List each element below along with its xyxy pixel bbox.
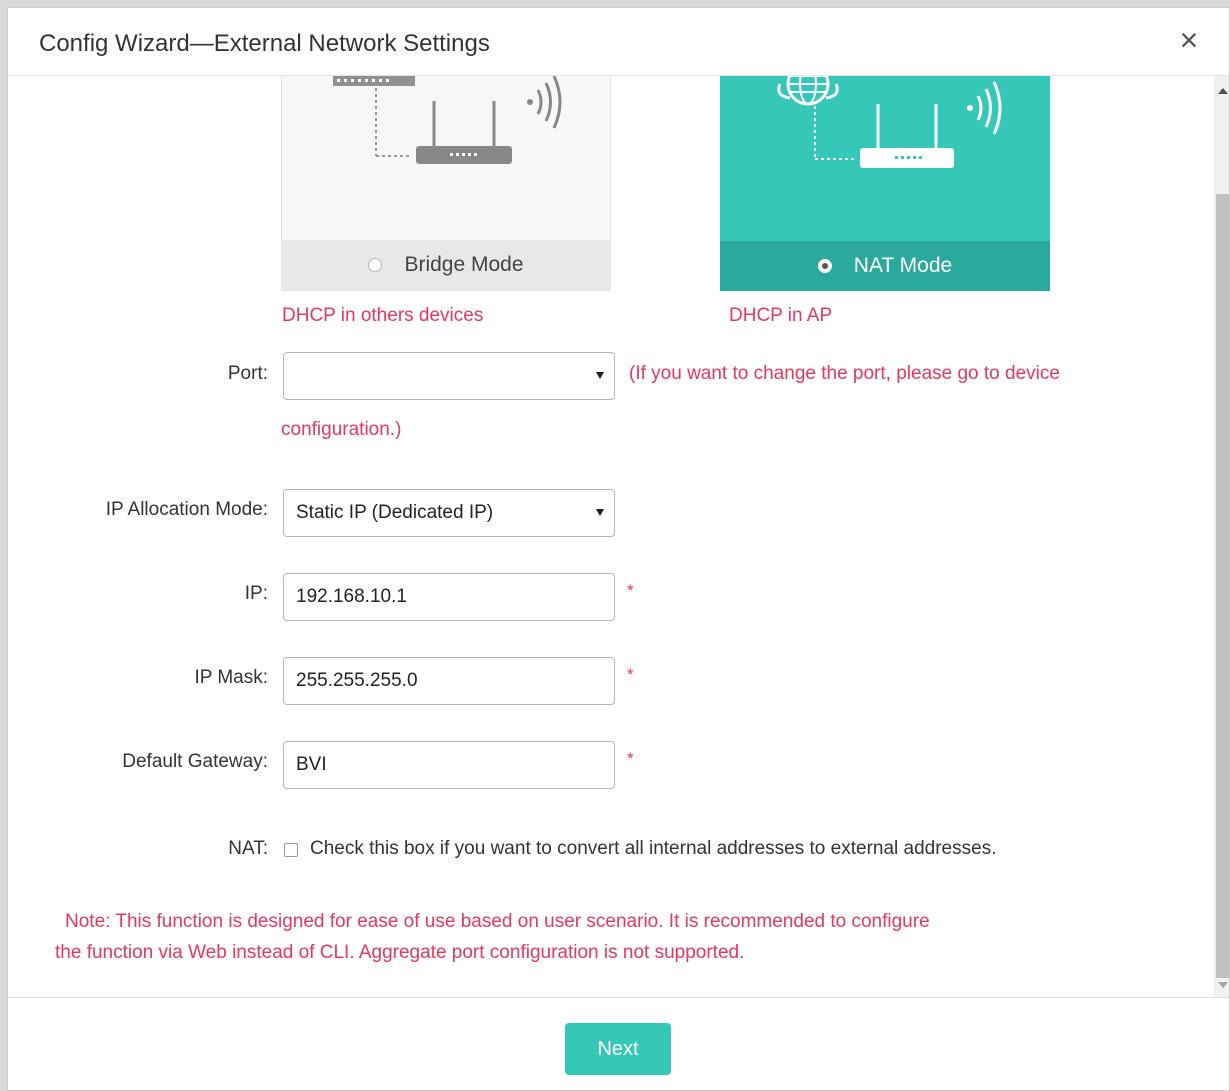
ip-allocation-value: Static IP (Dedicated IP) <box>296 502 494 523</box>
port-hint-line1: (If you want to change the port, please … <box>629 363 1060 384</box>
dialog-body: Bridge Mode NAT Mode DHCP in others devi… <box>8 76 1229 998</box>
footer-divider <box>8 997 1229 998</box>
close-icon[interactable]: × <box>1175 24 1203 56</box>
ip-input[interactable]: 192.168.10.1 <box>283 573 615 621</box>
nat-mode-card[interactable]: NAT Mode <box>720 76 1050 291</box>
scroll-down-icon[interactable] <box>1218 982 1228 988</box>
nat-checkbox-text: Check this box if you want to convert al… <box>310 838 997 859</box>
config-wizard-dialog: Config Wizard—External Network Settings … <box>7 7 1230 1091</box>
dialog-title: Config Wizard—External Network Settings <box>39 30 490 57</box>
nat-mode-label: NAT Mode <box>853 254 953 277</box>
bridge-router-illustration <box>333 76 562 164</box>
ip-label: IP: <box>244 583 268 604</box>
bridge-mode-label: Bridge Mode <box>404 253 524 276</box>
bridge-mode-card[interactable]: Bridge Mode <box>281 76 611 291</box>
gateway-required-mark: * <box>627 749 634 768</box>
bridge-mode-footer[interactable]: Bridge Mode <box>282 240 610 290</box>
ip-mask-value: 255.255.255.0 <box>296 670 418 691</box>
ip-input-value: 192.168.10.1 <box>296 586 407 607</box>
note-line2: the function via Web instead of CLI. Agg… <box>55 942 745 963</box>
chevron-down-icon <box>596 509 604 516</box>
port-hint-line2: configuration.) <box>281 419 402 440</box>
nat-router-illustration <box>777 76 1002 168</box>
gateway-input[interactable]: BVI <box>283 741 615 789</box>
gateway-label: Default Gateway: <box>122 751 268 772</box>
scrollbar-thumb[interactable] <box>1216 194 1229 978</box>
nat-mode-hint: DHCP in AP <box>729 305 833 326</box>
ip-mask-input[interactable]: 255.255.255.0 <box>283 657 615 705</box>
next-button[interactable]: Next <box>565 1023 671 1075</box>
nat-checkbox[interactable] <box>284 843 298 857</box>
ip-required-mark: * <box>627 581 634 600</box>
vertical-scrollbar[interactable] <box>1214 76 1229 998</box>
bridge-mode-hint: DHCP in others devices <box>282 305 484 326</box>
port-label: Port: <box>227 363 268 384</box>
nat-mode-footer[interactable]: NAT Mode <box>720 241 1050 291</box>
chevron-down-icon <box>596 372 604 379</box>
bridge-mode-radio[interactable] <box>368 258 383 272</box>
gateway-value: BVI <box>296 754 327 775</box>
note-line1: Note: This function is designed for ease… <box>65 911 930 932</box>
nat-mode-radio[interactable] <box>817 259 832 273</box>
port-select[interactable] <box>283 352 615 400</box>
ip-allocation-label: IP Allocation Mode: <box>105 499 268 520</box>
dialog-header: Config Wizard—External Network Settings … <box>8 8 1229 76</box>
nat-label: NAT: <box>228 838 268 859</box>
ip-allocation-select[interactable]: Static IP (Dedicated IP) <box>283 489 615 537</box>
ip-mask-required-mark: * <box>627 665 634 684</box>
ip-mask-label: IP Mask: <box>194 667 268 688</box>
scroll-up-icon[interactable] <box>1218 88 1228 94</box>
